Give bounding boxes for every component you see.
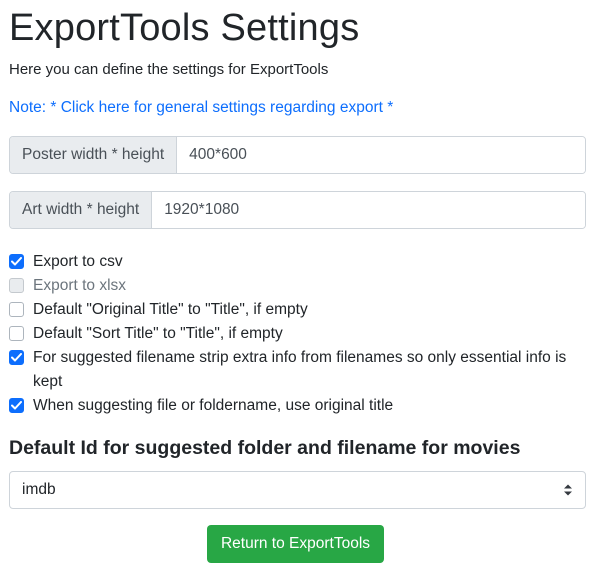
return-to-exporttools-button[interactable]: Return to ExportTools [207,525,384,563]
checkmark-icon [11,257,22,266]
default-id-select[interactable]: imdb [9,471,586,509]
checkmark-icon [11,353,22,362]
checkbox-use-original-title[interactable] [9,398,24,413]
checkmark-icon [11,401,22,410]
use-original-title-label: When suggesting file or foldername, use … [33,397,394,414]
checkbox-strip-filename[interactable] [9,350,24,365]
art-size-input[interactable] [152,192,585,228]
export-csv-label: Export to csv [33,253,123,270]
export-xlsx-label: Export to xlsx [33,277,127,294]
poster-size-input[interactable] [177,137,585,173]
use-original-title-option[interactable]: When suggesting file or foldername, use … [9,394,589,418]
export-xlsx-option: Export to xlsx [9,274,589,298]
strip-filename-option[interactable]: For suggested filename strip extra info … [9,346,589,394]
default-sort-title-label: Default "Sort Title" to "Title", if empt… [33,325,283,342]
checkbox-export-csv[interactable] [9,254,24,269]
art-size-group: Art width * height [9,191,586,229]
art-size-label: Art width * height [10,192,153,228]
poster-size-label: Poster width * height [10,137,178,173]
default-sort-title-option[interactable]: Default "Sort Title" to "Title", if empt… [9,322,589,346]
poster-size-group: Poster width * height [9,136,586,174]
default-original-title-option[interactable]: Default "Original Title" to "Title", if … [9,298,589,322]
strip-filename-label: For suggested filename strip extra info … [33,349,567,390]
default-original-title-label: Default "Original Title" to "Title", if … [33,301,308,318]
default-id-heading: Default Id for suggested folder and file… [9,437,521,459]
page-subtitle: Here you can define the settings for Exp… [9,61,329,78]
checkbox-export-xlsx [9,278,24,293]
checkbox-default-original-title[interactable] [9,302,24,317]
default-id-selected-value: imdb [22,481,56,498]
checkbox-default-sort-title[interactable] [9,326,24,341]
general-settings-link[interactable]: Note: * Click here for general settings … [9,98,393,118]
export-csv-option[interactable]: Export to csv [9,250,589,274]
select-updown-icon [564,484,572,496]
page-title: ExportTools Settings [9,7,360,49]
options-checklist: Export to csv Export to xlsx Default "Or… [9,250,589,418]
